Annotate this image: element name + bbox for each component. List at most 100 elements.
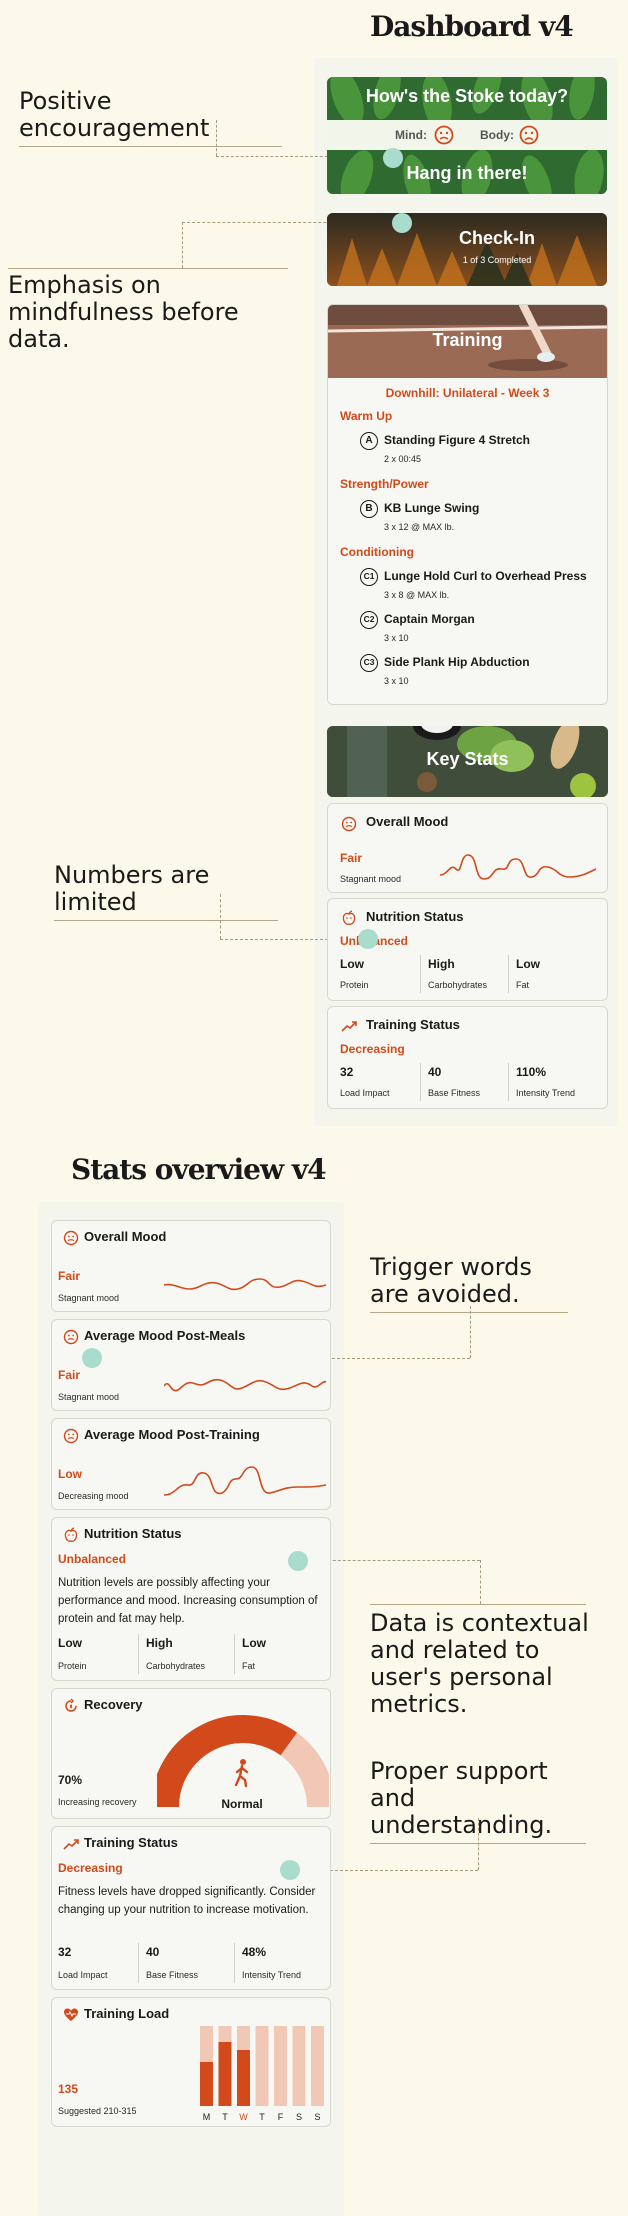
mood-trend-line (164, 1378, 327, 1392)
day-label: T (222, 2112, 228, 2122)
stoke-card[interactable]: How's the Stoke today? Mind: Body: Hang … (327, 77, 607, 194)
training-mood-value: Low (58, 1467, 82, 1481)
stats-mood-title: Overall Mood (84, 1229, 167, 1244)
frown-face-icon[interactable] (519, 125, 539, 145)
recovery-value: 70% (58, 1773, 83, 1787)
load-bar-track (274, 2026, 287, 2106)
nutrition-title: Nutrition Status (366, 909, 464, 924)
nutrition-card[interactable]: Nutrition Status Unbalanced Low Protein … (327, 898, 608, 1001)
dashboard-title: Dashboard v4 (370, 10, 574, 43)
metric-label: Protein (340, 980, 369, 990)
load-bar (237, 2050, 250, 2106)
exercise-name[interactable]: Lunge Hold Curl to Overhead Press (384, 569, 587, 583)
stats-mood-sub: Stagnant mood (58, 1293, 120, 1303)
exercise-name[interactable]: Standing Figure 4 Stretch (384, 433, 530, 447)
annotation-dot (383, 148, 403, 168)
metric-value: 110% (516, 1065, 547, 1079)
forest-background (327, 213, 607, 286)
training-load-card[interactable]: Training Load 135 Suggested 210-315 M T W T… (51, 1997, 331, 2127)
recovery-icon (65, 1698, 77, 1712)
checkin-sub: 1 of 3 Completed (462, 255, 532, 265)
load-bar (200, 2062, 213, 2106)
annotation-dot (392, 213, 412, 233)
note-positive: Positive encouragement (19, 88, 282, 147)
mood-face-icon (341, 816, 357, 832)
load-bar-track (292, 2026, 306, 2106)
metric-label: Intensity Trend (516, 1088, 576, 1098)
metric-value: 32 (340, 1065, 354, 1079)
metric-label: Load Impact (58, 1970, 108, 1980)
mood-trend-line (164, 1278, 327, 1291)
metric-value: 32 (58, 1945, 72, 1959)
metric-label: Base Fitness (428, 1088, 481, 1098)
training-load-title: Training Load (84, 2006, 170, 2021)
keystats-title: Key Stats (426, 749, 509, 769)
training-mood-card[interactable]: Average Mood Post-Training Low Decreasin… (51, 1418, 331, 1510)
section-conditioning: Conditioning (340, 545, 414, 559)
metric-label: Carbohydrates (146, 1661, 206, 1671)
day-label: S (314, 2112, 320, 2122)
stats-nutrition-desc: Nutrition levels are possibly affecting … (58, 1577, 318, 1625)
meals-mood-title: Average Mood Post-Meals (84, 1328, 246, 1343)
annotation-dot (82, 1348, 102, 1368)
load-bar-track (255, 2026, 269, 2106)
stats-nutrition-title: Nutrition Status (84, 1526, 182, 1541)
annotation-dot (358, 929, 378, 949)
mood-trend-line (440, 854, 597, 880)
sad-face-icon[interactable] (434, 125, 454, 145)
training-status-value: Decreasing (340, 1042, 405, 1056)
mood-face-icon (63, 1329, 79, 1345)
mood-value: Fair (340, 851, 363, 865)
training-load-sub: Suggested 210-315 (58, 2106, 137, 2116)
metric-label: Intensity Trend (242, 1970, 302, 1980)
note-trigger: Trigger words are avoided. (370, 1254, 568, 1313)
metric-value: Low (516, 957, 540, 971)
mood-selector-row: Mind: Body: (327, 120, 607, 150)
metric-label: Fat (516, 980, 530, 990)
metric-label: Protein (58, 1661, 87, 1671)
exercise-detail: 3 x 10 (384, 676, 409, 686)
mood-face-icon (63, 1230, 79, 1246)
exercise-badge: A (360, 432, 378, 450)
trend-down-icon (341, 1021, 357, 1032)
exercise-name[interactable]: Side Plank Hip Abduction (384, 655, 530, 669)
metric-label: Carbohydrates (428, 980, 488, 990)
note-contextual: Data is contextual and related to user's… (370, 1609, 589, 1718)
stats-training-status-card[interactable]: Training Status Decreasing Fitness level… (51, 1826, 331, 1990)
day-label: M (203, 2112, 211, 2122)
day-label: S (296, 2112, 302, 2122)
metric-value: 40 (146, 1945, 160, 1959)
exercise-name[interactable]: Captain Morgan (384, 612, 475, 626)
metric-value: 48% (242, 1945, 267, 1959)
recovery-card[interactable]: Recovery 70% Increasing recovery Normal (51, 1688, 331, 1819)
day-label: F (278, 2112, 284, 2122)
stats-title: Stats overview v4 (71, 1153, 327, 1186)
stats-training-status-desc: Fitness levels have dropped significantl… (58, 1886, 316, 1916)
checkin-card[interactable]: Check-In 1 of 3 Completed (327, 213, 607, 286)
annotation-dot (280, 1860, 300, 1880)
stats-nutrition-card[interactable]: Nutrition Status Unbalanced Nutrition le… (51, 1517, 331, 1681)
apple-icon (342, 910, 356, 925)
metric-label: Fat (242, 1661, 256, 1671)
metric-value: Low (242, 1636, 266, 1650)
exercise-name[interactable]: KB Lunge Swing (384, 501, 479, 515)
keystats-card[interactable]: Key Stats (327, 726, 608, 797)
metric-value: Low (58, 1636, 82, 1650)
training-card[interactable]: Training Downhill: Unilateral - Week 3 W… (327, 304, 608, 705)
training-mood-sub: Decreasing mood (58, 1491, 129, 1501)
walking-person-icon (234, 1759, 249, 1788)
mind-label: Mind: (395, 128, 427, 142)
section-strength: Strength/Power (340, 477, 429, 491)
heart-icon (64, 2008, 78, 2021)
exercise-detail: 3 x 10 (384, 633, 409, 643)
recovery-gauge-label: Normal (221, 1797, 263, 1811)
exercise-badge: B (360, 500, 378, 518)
training-status-card[interactable]: Training Status Decreasing 32 Load Impac… (327, 1006, 608, 1109)
metric-value: High (428, 957, 455, 971)
stats-mood-card[interactable]: Overall Mood Fair Stagnant mood (51, 1220, 331, 1312)
mood-card[interactable]: Overall Mood Fair Stagnant mood (327, 803, 608, 893)
day-label: T (259, 2112, 265, 2122)
exercise-detail: 2 x 00:45 (384, 454, 422, 464)
stoke-message: Hang in there! (406, 163, 528, 183)
meals-mood-value: Fair (58, 1368, 81, 1382)
